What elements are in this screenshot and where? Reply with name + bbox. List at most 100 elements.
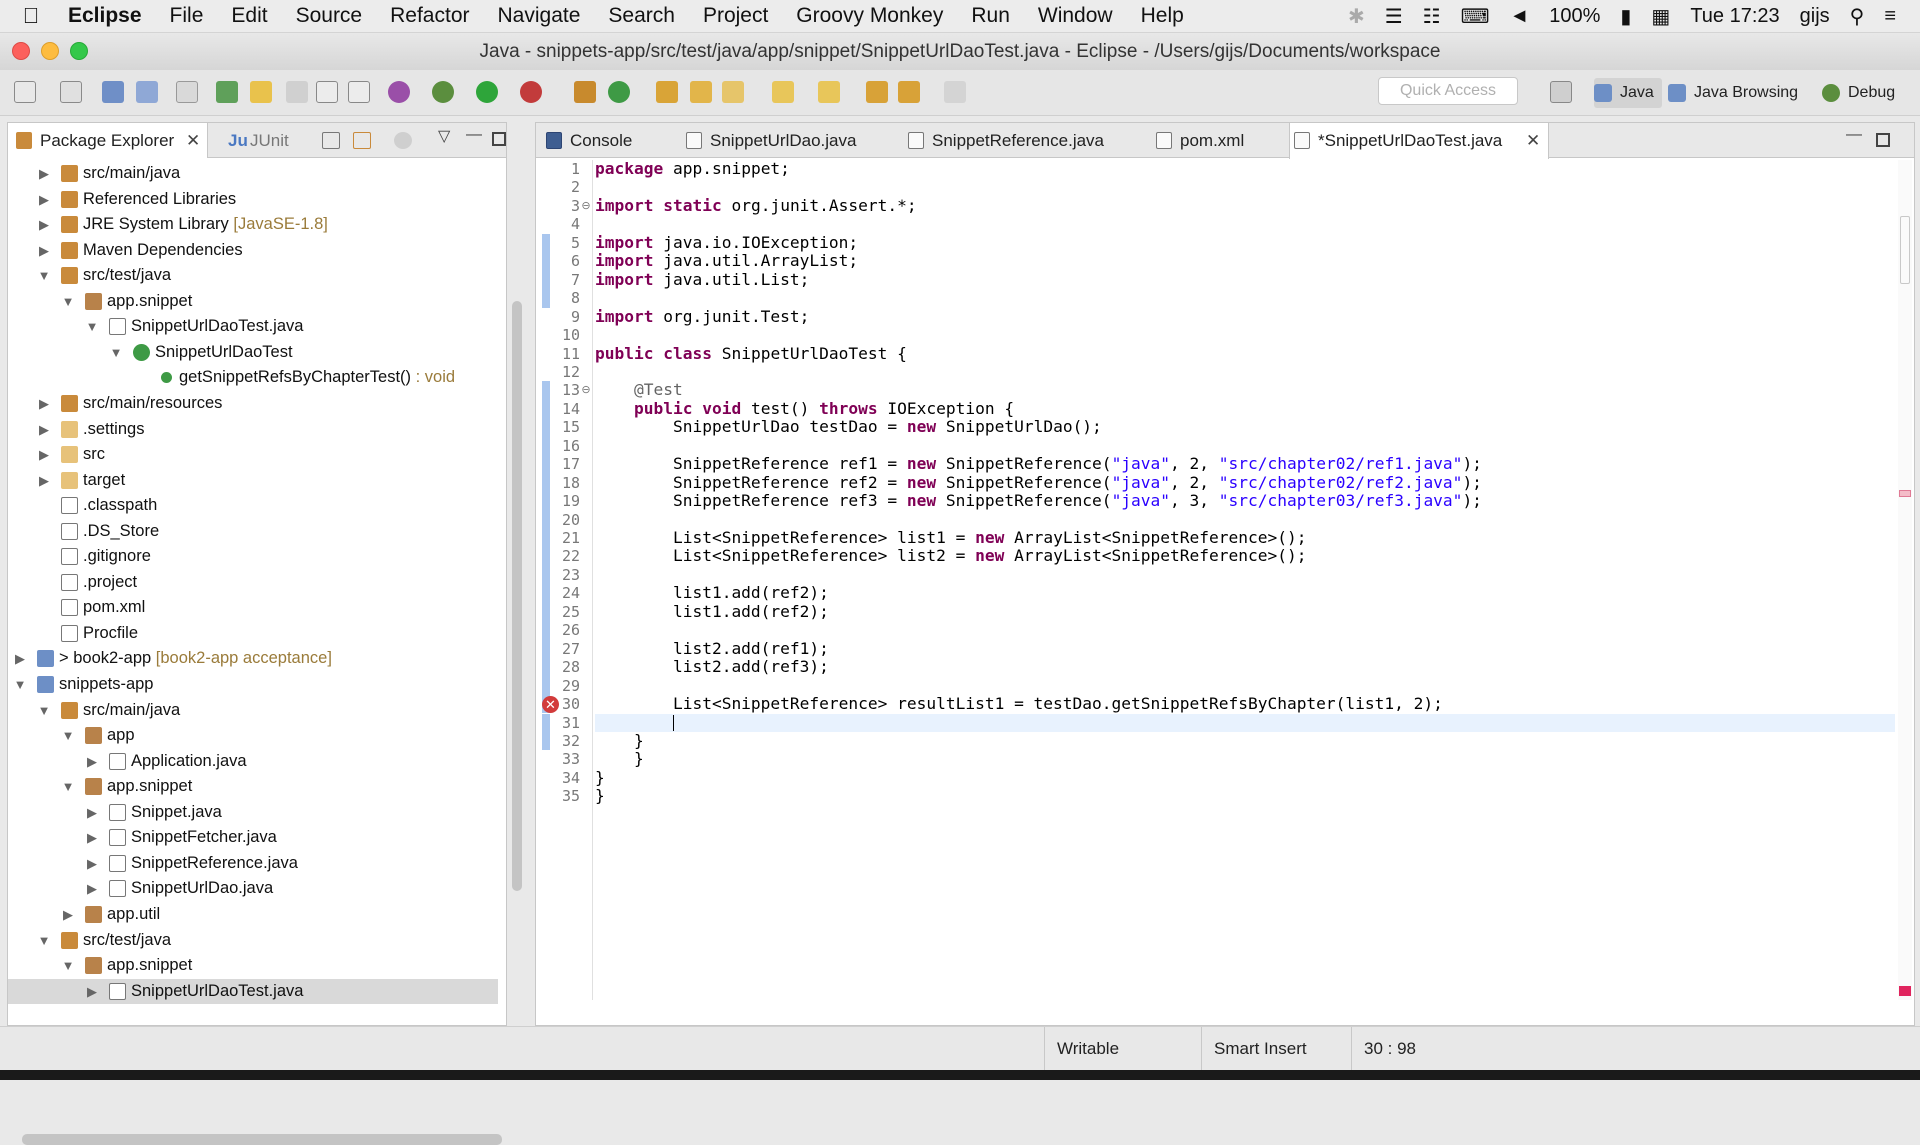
code-line[interactable]: SnippetUrlDao testDao = new SnippetUrlDa…	[595, 417, 1895, 436]
tree-item[interactable]: ▼ app	[8, 723, 498, 748]
apple-icon[interactable]: 	[0, 3, 62, 29]
wifi-icon[interactable]: ☰	[1385, 4, 1403, 29]
code-line[interactable]: SnippetReference ref2 = new SnippetRefer…	[595, 473, 1895, 492]
close-window-button[interactable]	[12, 42, 30, 60]
code-line[interactable]	[595, 566, 1895, 584]
tree-item[interactable]: ▶ src	[8, 442, 498, 467]
code-line[interactable]: public void test() throws IOException {	[595, 399, 1895, 418]
minimize-window-button[interactable]	[41, 42, 59, 60]
new-icon[interactable]	[14, 81, 36, 103]
menu-window[interactable]: Window	[1024, 4, 1127, 28]
menu-run[interactable]: Run	[957, 4, 1024, 28]
menu-edit[interactable]: Edit	[217, 4, 281, 28]
menu-file[interactable]: File	[156, 4, 218, 28]
code-line[interactable]	[595, 677, 1895, 695]
user-name[interactable]: gijs	[1800, 5, 1830, 28]
tree-item[interactable]: .classpath	[8, 493, 498, 518]
maximize-editor-icon[interactable]	[1876, 133, 1890, 147]
new-file-icon[interactable]	[60, 81, 82, 103]
code-line[interactable]: import static org.junit.Assert.*;	[595, 196, 1895, 215]
clock[interactable]: Tue 17:23	[1690, 5, 1779, 28]
code-line[interactable]	[595, 178, 1895, 196]
expand-arrow-down-icon[interactable]: ▼	[37, 263, 51, 288]
tree-item[interactable]: ▼ src/test/java	[8, 928, 498, 953]
tree-item[interactable]: ▶ target	[8, 468, 498, 493]
code-line[interactable]	[595, 511, 1895, 529]
code-line[interactable]: list2.add(ref3);	[595, 657, 1895, 676]
code-line[interactable]	[595, 215, 1895, 233]
tree-item[interactable]: ▼ SnippetUrlDaoTest	[8, 340, 498, 365]
tree-item[interactable]: ▶ SnippetReference.java	[8, 851, 498, 876]
tab-snippeturldaotest-java[interactable]: *SnippetUrlDaoTest.java ✕	[1289, 123, 1549, 159]
open-type-hierarchy-icon[interactable]	[656, 81, 678, 103]
expand-arrow-right-icon[interactable]: ▶	[37, 391, 51, 416]
overview-error-marker[interactable]	[1899, 490, 1911, 497]
overview-viewport-thumb[interactable]	[1900, 216, 1910, 284]
tree-item[interactable]: .project	[8, 570, 498, 595]
expand-arrow-right-icon[interactable]: ▶	[37, 417, 51, 442]
zoom-window-button[interactable]	[70, 42, 88, 60]
code-line[interactable]: list1.add(ref2);	[595, 583, 1895, 602]
code-line[interactable]	[595, 289, 1895, 307]
minimize-editor-icon[interactable]: —	[1846, 126, 1862, 144]
tab-snippeturldao-java[interactable]: SnippetUrlDao.java	[682, 123, 902, 158]
next-annotation-icon[interactable]	[772, 81, 794, 103]
code-line[interactable]: List<SnippetReference> resultList1 = tes…	[595, 694, 1895, 713]
tree-item[interactable]: ▶ > book2-app [book2-app acceptance]	[8, 646, 498, 671]
expand-arrow-down-icon[interactable]: ▼	[61, 723, 75, 748]
debug-icon[interactable]	[432, 81, 454, 103]
expand-arrow-down-icon[interactable]: ▼	[13, 672, 27, 697]
code-line[interactable]: import org.junit.Test;	[595, 307, 1895, 326]
tree-item[interactable]: ▼ SnippetUrlDaoTest.java	[8, 314, 498, 339]
new-class-icon[interactable]	[608, 81, 630, 103]
tree-item[interactable]: ▶ JRE System Library [JavaSE-1.8]	[8, 212, 498, 237]
expand-arrow-down-icon[interactable]: ▼	[37, 928, 51, 953]
tab-pom-xml[interactable]: pom.xml	[1152, 123, 1292, 158]
tree-item[interactable]: pom.xml	[8, 595, 498, 620]
perspective-java[interactable]: Java	[1594, 78, 1662, 108]
tree-horizontal-scrollbar[interactable]	[22, 1134, 502, 1145]
error-summary-icon[interactable]	[1899, 986, 1911, 996]
volume-icon[interactable]: ◄	[1509, 5, 1529, 28]
minimize-view-icon[interactable]: —	[466, 126, 482, 144]
groovy-monkey-icon[interactable]	[388, 81, 410, 103]
show-whitespace-icon[interactable]	[316, 81, 338, 103]
tree-item[interactable]: ▶ SnippetUrlDaoTest.java	[8, 978, 498, 1004]
expand-arrow-right-icon[interactable]: ▶	[85, 851, 99, 876]
menu-groovy-monkey[interactable]: Groovy Monkey	[782, 4, 957, 28]
tree-item[interactable]: ▶ Snippet.java	[8, 800, 498, 825]
expand-arrow-right-icon[interactable]: ▶	[13, 646, 27, 671]
notification-center-icon[interactable]: ≡	[1884, 5, 1896, 28]
tab-console[interactable]: Console	[542, 123, 680, 158]
tree-item[interactable]: ▼ src/test/java	[8, 263, 498, 288]
expand-arrow-down-icon[interactable]: ▼	[37, 698, 51, 723]
expand-arrow-down-icon[interactable]: ▼	[61, 953, 75, 978]
tab-package-explorer[interactable]: Package Explorer ✕	[8, 123, 208, 158]
tree-item[interactable]: getSnippetRefsByChapterTest() : void	[8, 365, 498, 390]
expand-arrow-down-icon[interactable]: ▼	[61, 774, 75, 799]
run-external-icon[interactable]	[520, 81, 542, 103]
perspective-java-browsing[interactable]: Java Browsing	[1668, 78, 1798, 108]
code-line[interactable]	[595, 713, 1895, 732]
expand-arrow-right-icon[interactable]: ▶	[85, 876, 99, 901]
code-line[interactable]: import java.util.List;	[595, 270, 1895, 289]
save-icon[interactable]	[102, 81, 124, 103]
expand-arrow-right-icon[interactable]: ▶	[85, 979, 99, 1004]
search-tool-icon[interactable]	[722, 81, 744, 103]
tree-item[interactable]: .DS_Store	[8, 519, 498, 544]
expand-arrow-down-icon[interactable]: ▼	[61, 289, 75, 314]
battery-icon[interactable]: ▮	[1620, 4, 1631, 29]
code-line[interactable]: @Test	[595, 381, 1895, 399]
expand-arrow-down-icon[interactable]: ▼	[85, 314, 99, 339]
binoculars-icon[interactable]: ☷	[1423, 4, 1441, 29]
tab-junit[interactable]: Ju JUnit	[222, 123, 312, 158]
open-type-icon[interactable]	[216, 81, 238, 103]
code-line[interactable]: list1.add(ref2);	[595, 602, 1895, 621]
code-line[interactable]: }	[595, 749, 1895, 768]
tree-item[interactable]: ▶ SnippetFetcher.java	[8, 825, 498, 850]
expand-arrow-right-icon[interactable]: ▶	[37, 212, 51, 237]
tree-item[interactable]: ▼ app.snippet	[8, 289, 498, 314]
menu-refactor[interactable]: Refactor	[376, 4, 483, 28]
code-line[interactable]: SnippetReference ref1 = new SnippetRefer…	[595, 454, 1895, 473]
toggle-block-icon[interactable]	[286, 81, 308, 103]
